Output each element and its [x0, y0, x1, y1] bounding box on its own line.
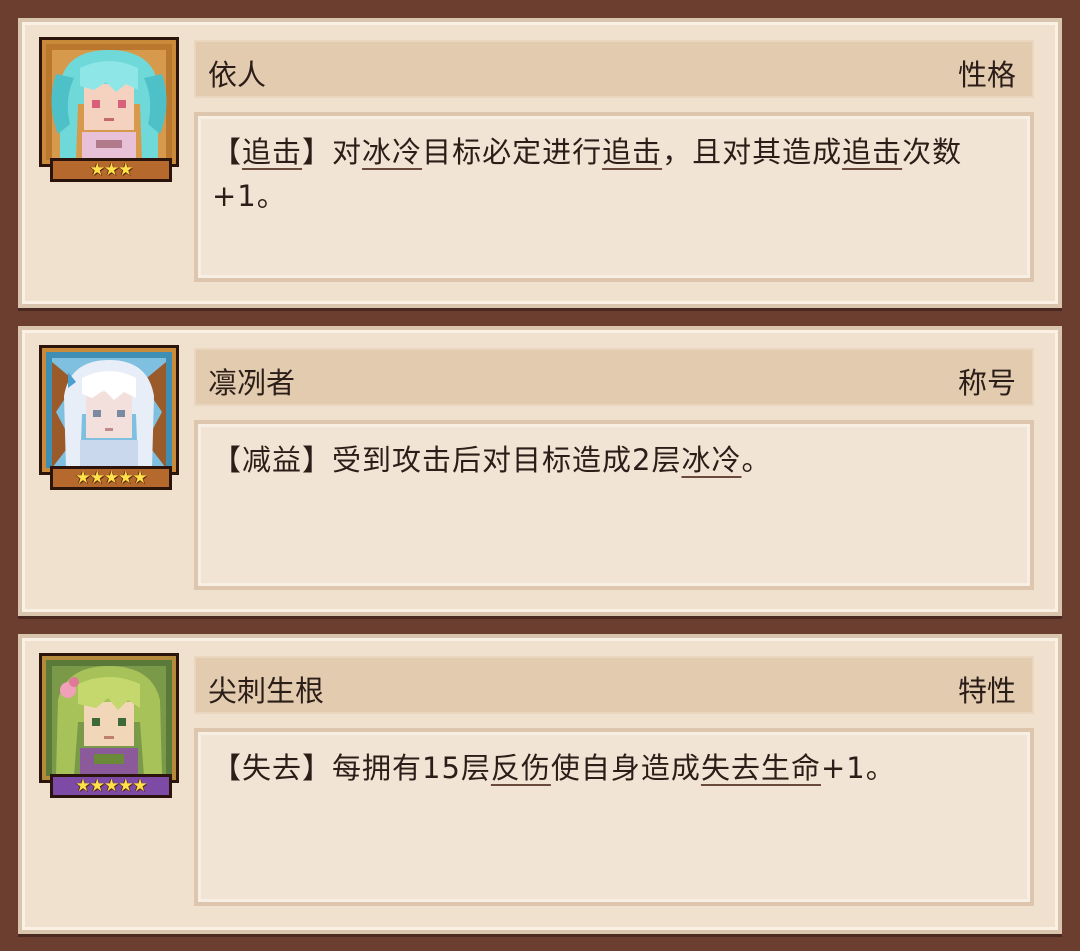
- name-bar: 依人 性格: [194, 40, 1034, 98]
- portrait-frame: [42, 348, 176, 472]
- description-text: 使自身造成: [550, 751, 701, 785]
- character-avatar-icon: [46, 660, 172, 776]
- description-text: ，且对其造成: [662, 135, 843, 169]
- trait-description: 【追击】对冰冷目标必定进行追击，且对其造成追击次数+1。: [212, 130, 1010, 218]
- description-box: 【失去】每拥有15层反伤使自身造成失去生命+1。: [194, 728, 1034, 906]
- character-portrait[interactable]: ★★★: [42, 40, 182, 182]
- character-portrait[interactable]: ★★★★★: [42, 656, 182, 798]
- trait-name: 凛冽者: [208, 366, 296, 400]
- trait-name: 依人: [208, 58, 267, 92]
- keyword-link[interactable]: 冰冷: [362, 135, 422, 169]
- keyword-link[interactable]: 追击: [242, 135, 302, 169]
- description-box: 【减益】受到攻击后对目标造成2层冰冷。: [194, 420, 1034, 590]
- trait-card-3: ★★★★★ 尖刺生根 特性 【失去】每拥有15层反伤使自身造成失去生命+1。: [18, 634, 1062, 934]
- description-text: 【: [212, 135, 243, 169]
- star-rating: ★★★★★: [50, 466, 172, 490]
- keyword-link[interactable]: 追击: [602, 135, 662, 169]
- trait-description: 【失去】每拥有15层反伤使自身造成失去生命+1。: [212, 746, 1010, 790]
- trait-name: 尖刺生根: [208, 674, 325, 708]
- keyword-link[interactable]: 失去生命: [701, 751, 821, 785]
- description-text: 】对: [302, 135, 363, 169]
- portrait-frame: [42, 656, 176, 780]
- description-text: 【失去】每拥有15层: [212, 751, 491, 785]
- description-text: 。: [741, 443, 772, 477]
- portrait-frame: [42, 40, 176, 164]
- name-bar: 尖刺生根 特性: [194, 656, 1034, 714]
- trait-card-1: ★★★ 依人 性格 【追击】对冰冷目标必定进行追击，且对其造成追击次数+1。: [18, 18, 1062, 308]
- character-avatar-icon: [46, 44, 172, 160]
- star-rating: ★★★: [50, 158, 172, 182]
- trait-category: 特性: [957, 674, 1016, 708]
- description-text: 【减益】受到攻击后对目标造成2层: [212, 443, 682, 477]
- description-text: 目标必定进行: [422, 135, 603, 169]
- character-portrait[interactable]: ★★★★★: [42, 348, 182, 490]
- keyword-link[interactable]: 冰冷: [681, 443, 741, 477]
- trait-category: 性格: [957, 58, 1016, 92]
- name-bar: 凛冽者 称号: [194, 348, 1034, 406]
- trait-category: 称号: [957, 366, 1016, 400]
- keyword-link[interactable]: 追击: [842, 135, 902, 169]
- star-rating: ★★★★★: [50, 774, 172, 798]
- character-avatar-icon: [46, 352, 172, 468]
- trait-card-2: ★★★★★ 凛冽者 称号 【减益】受到攻击后对目标造成2层冰冷。: [18, 326, 1062, 616]
- trait-description: 【减益】受到攻击后对目标造成2层冰冷。: [212, 438, 1010, 482]
- description-text: +1。: [820, 751, 896, 785]
- description-box: 【追击】对冰冷目标必定进行追击，且对其造成追击次数+1。: [194, 112, 1034, 282]
- keyword-link[interactable]: 反伤: [491, 751, 551, 785]
